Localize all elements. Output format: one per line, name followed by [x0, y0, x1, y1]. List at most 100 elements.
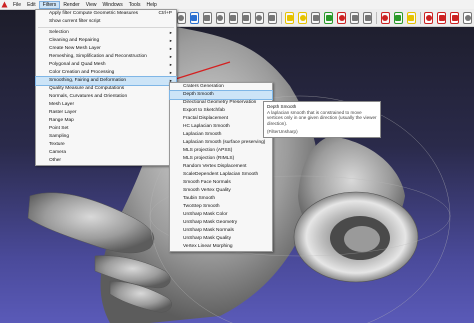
menu-item-label: Texture [49, 142, 65, 147]
points-icon[interactable] [202, 11, 212, 24]
smoothing-menu-item[interactable]: Laplacian Smooth [170, 131, 272, 139]
filters-menu-item[interactable]: Polygonal and Quad Mesh ▸ [36, 61, 176, 69]
smoothing-menu-item[interactable]: UnSharp Mask Normals [170, 227, 272, 235]
smoothing-menu-item[interactable]: Depth Smooth [169, 90, 273, 100]
measure-icon[interactable] [350, 11, 360, 24]
paint-icon[interactable] [337, 11, 347, 24]
layers-icon[interactable] [177, 11, 186, 24]
filters-menu-item[interactable]: Remeshing, Simplification and Reconstruc… [36, 53, 176, 61]
filters-menu-item[interactable]: Sampling▸ [36, 133, 176, 141]
menu-item-label: Selection [49, 30, 69, 35]
filter-icon[interactable] [380, 11, 390, 24]
points-icon-glyph [204, 14, 211, 21]
toolbar-separator [280, 11, 282, 24]
smoothing-menu-item[interactable]: Laplacian Smooth (surface preserving) [170, 139, 272, 147]
menu-file[interactable]: File [10, 1, 24, 9]
menu-view[interactable]: View [83, 1, 100, 9]
smoothing-menu-item[interactable]: TwoStep Smooth [170, 203, 272, 211]
menu-render[interactable]: Render [60, 1, 82, 9]
smoothing-menu-item[interactable]: Smooth Face Normals [170, 179, 272, 187]
filters-menu-item[interactable]: Camera▸ [36, 149, 176, 157]
menu-item-label: Remeshing, Simplification and Reconstruc… [49, 54, 147, 59]
layers-icon-glyph [178, 14, 185, 21]
pick-icon-glyph [364, 14, 371, 21]
filters-menu-item[interactable]: Show current filter script [36, 18, 176, 26]
select-icon[interactable] [285, 11, 295, 24]
menu-help[interactable]: Help [143, 1, 159, 9]
smoothing-menu-item[interactable]: Directional Geometry Preservation [170, 99, 272, 107]
submenu-arrow-icon: ▸ [169, 38, 172, 43]
hidden-lines-icon[interactable] [228, 11, 238, 24]
delete-icon-glyph [451, 14, 458, 21]
filters-menu-item[interactable]: Selection ▸ [36, 29, 176, 37]
smoothing-menu-item[interactable]: Fractal Displacement [170, 115, 272, 123]
smoothing-menu-item[interactable]: MLS projection (APSS) [170, 147, 272, 155]
submenu-arrow-icon: ▸ [169, 46, 172, 51]
delete-icon[interactable] [450, 11, 460, 24]
smoothing-menu-item[interactable]: Smooth Vertex Quality [170, 187, 272, 195]
align-icon-glyph [325, 14, 332, 21]
filters-menu-item[interactable]: Smoothing, Fairing and Deformation ▸ [35, 76, 177, 86]
torus-ring-core [344, 226, 380, 252]
menu-item-label: Camera [49, 150, 67, 155]
menu-item-label: Create New Mesh Layer [49, 46, 101, 51]
meshlab-logo-icon [1, 1, 8, 8]
menu-edit[interactable]: Edit [24, 1, 39, 9]
menu-tools[interactable]: Tools [126, 1, 144, 9]
smoothing-menu-item[interactable]: Taubin Smooth [170, 195, 272, 203]
cut-icon-glyph [438, 14, 445, 21]
filters-menu-item[interactable]: Apply filter Compute Geometric Measures C… [36, 10, 176, 18]
smoothing-menu-item[interactable]: Vertex Linear Morphing [170, 243, 272, 251]
info-icon-glyph [408, 14, 415, 21]
smoothing-menu-item[interactable]: UnSharp Mask Quality [170, 235, 272, 243]
smoothing-menu-item[interactable]: Random Vertex Displacement [170, 163, 272, 171]
smoothing-menu-item[interactable]: ScaleDependent Laplacian Smooth [170, 171, 272, 179]
menu-item-label: Other [49, 158, 61, 163]
smoothing-menu-item[interactable]: HC Laplacian Smooth [170, 123, 272, 131]
select-icon-glyph [286, 14, 293, 21]
flat-icon[interactable] [241, 11, 251, 24]
menu-windows[interactable]: Windows [99, 1, 125, 9]
texture-icon-glyph [269, 14, 276, 21]
menu-filters[interactable]: Filters [38, 0, 61, 9]
filter-tooltip: Depth Smooth A laplacian smooth that is … [263, 101, 381, 138]
filters-menu-item[interactable]: Mesh Layer▸ [36, 101, 176, 109]
smoothing-menu-item[interactable]: UnSharp Mask Geometry [170, 219, 272, 227]
paint-icon-glyph [338, 14, 345, 21]
filters-menu-item[interactable]: Other▸ [36, 157, 176, 165]
hidden-lines-icon-glyph [230, 14, 237, 21]
smoothing-menu-item[interactable]: Craters Generation [170, 83, 272, 91]
snapshot-icon[interactable] [463, 11, 473, 24]
menu-item-label: Show current filter script [49, 19, 101, 24]
cut-icon[interactable] [437, 11, 447, 24]
align-icon[interactable] [324, 11, 334, 24]
info-icon[interactable] [406, 11, 416, 24]
texture-icon[interactable] [267, 11, 277, 24]
filters-menu-item[interactable]: Create New Mesh Layer ▸ [36, 45, 176, 53]
shader-icon[interactable] [393, 11, 403, 24]
filters-menu-item[interactable]: Quality Measure and Computations▸ [36, 85, 176, 93]
pick-icon[interactable] [363, 11, 372, 24]
vertex-icon[interactable] [189, 11, 199, 24]
smooth-icon[interactable] [254, 11, 264, 24]
light-icon[interactable] [298, 11, 308, 24]
wireframe-icon[interactable] [215, 11, 225, 24]
tooltip-description: A laplacian smooth that is constrained t… [267, 109, 377, 126]
filters-menu-item[interactable]: Raster Layer▸ [36, 109, 176, 117]
filters-menu-item[interactable]: Cleaning and Repairing ▸ [36, 37, 176, 45]
menu-item-label: Smoothing, Fairing and Deformation [49, 78, 127, 83]
filters-menu-item[interactable]: Point Set▸ [36, 125, 176, 133]
filters-menu-item[interactable]: Range Map▸ [36, 117, 176, 125]
menu-item-label: Normals, Curvatures and Orientation [49, 94, 128, 99]
filters-menu-item[interactable]: Color Creation and Processing ▸ [36, 69, 176, 77]
smoothing-menu-item[interactable]: Export to Sketchfab [170, 107, 272, 115]
filters-menu-item[interactable]: Texture▸ [36, 141, 176, 149]
filters-menu-item[interactable]: Normals, Curvatures and Orientation▸ [36, 93, 176, 101]
submenu-arrow-icon: ▸ [169, 54, 172, 59]
light-icon-glyph [299, 14, 306, 21]
fullscreen-icon[interactable] [311, 11, 321, 24]
smoothing-menu-item[interactable]: UnSharp Mask Color [170, 211, 272, 219]
vertex-icon-glyph [191, 14, 198, 21]
smoothing-menu-item[interactable]: MLS projection (RIMLS) [170, 155, 272, 163]
close-red-icon[interactable] [424, 11, 434, 24]
